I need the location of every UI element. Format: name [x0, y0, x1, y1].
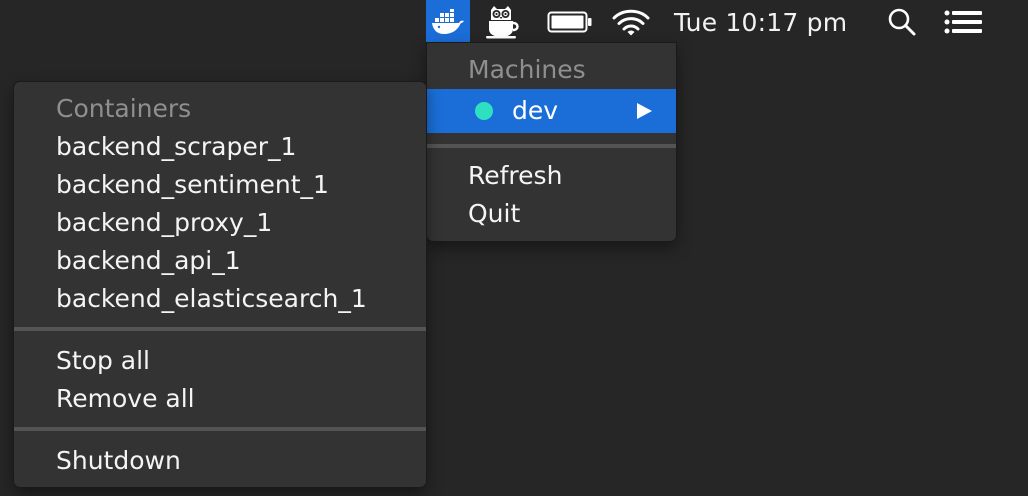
submenu-arrow-icon: [637, 103, 652, 119]
stop-all-menu-item[interactable]: Stop all: [14, 342, 426, 380]
docker-menubar-button[interactable]: [426, 0, 470, 44]
menu-separator: [14, 327, 426, 331]
container-item-backend-api[interactable]: backend_api_1: [14, 242, 426, 280]
battery-menubar-button[interactable]: [542, 0, 598, 44]
shutdown-menu-item[interactable]: Shutdown: [14, 442, 426, 480]
refresh-menu-item[interactable]: Refresh: [427, 157, 676, 195]
containers-menu: Containers backend_scraper_1 backend_sen…: [14, 82, 426, 487]
machine-name: dev: [512, 96, 559, 125]
owl-cup-icon: [486, 6, 519, 39]
notification-list-icon: [944, 10, 982, 34]
wifi-menubar-button[interactable]: [606, 0, 656, 44]
menu-separator: [427, 144, 676, 148]
machine-item-dev[interactable]: dev: [427, 89, 676, 133]
spotlight-search-button[interactable]: [880, 0, 924, 44]
desktop: Tue 10:17 pm Machines dev Refresh Quit C…: [0, 0, 1028, 496]
container-item-backend-sentiment[interactable]: backend_sentiment_1: [14, 166, 426, 204]
container-item-backend-scraper[interactable]: backend_scraper_1: [14, 128, 426, 166]
owl-cup-menubar-button[interactable]: [478, 0, 528, 44]
menubar-clock[interactable]: Tue 10:17 pm: [664, 0, 864, 44]
container-item-backend-elasticsearch[interactable]: backend_elasticsearch_1: [14, 280, 426, 318]
menu-bar: Tue 10:17 pm: [0, 0, 1028, 44]
machine-status-dot: [475, 102, 493, 120]
notification-center-button[interactable]: [938, 0, 990, 44]
machines-menu: Machines dev Refresh Quit: [427, 43, 676, 241]
menu-separator: [14, 427, 426, 431]
container-item-backend-proxy[interactable]: backend_proxy_1: [14, 204, 426, 242]
wifi-icon: [612, 9, 650, 36]
battery-icon: [547, 11, 592, 33]
containers-header: Containers: [56, 94, 192, 123]
spotlight-search-icon: [888, 8, 916, 36]
remove-all-menu-item[interactable]: Remove all: [14, 380, 426, 418]
docker-whale-icon: [432, 9, 464, 34]
machines-header: Machines: [468, 55, 586, 84]
quit-menu-item[interactable]: Quit: [427, 195, 676, 233]
